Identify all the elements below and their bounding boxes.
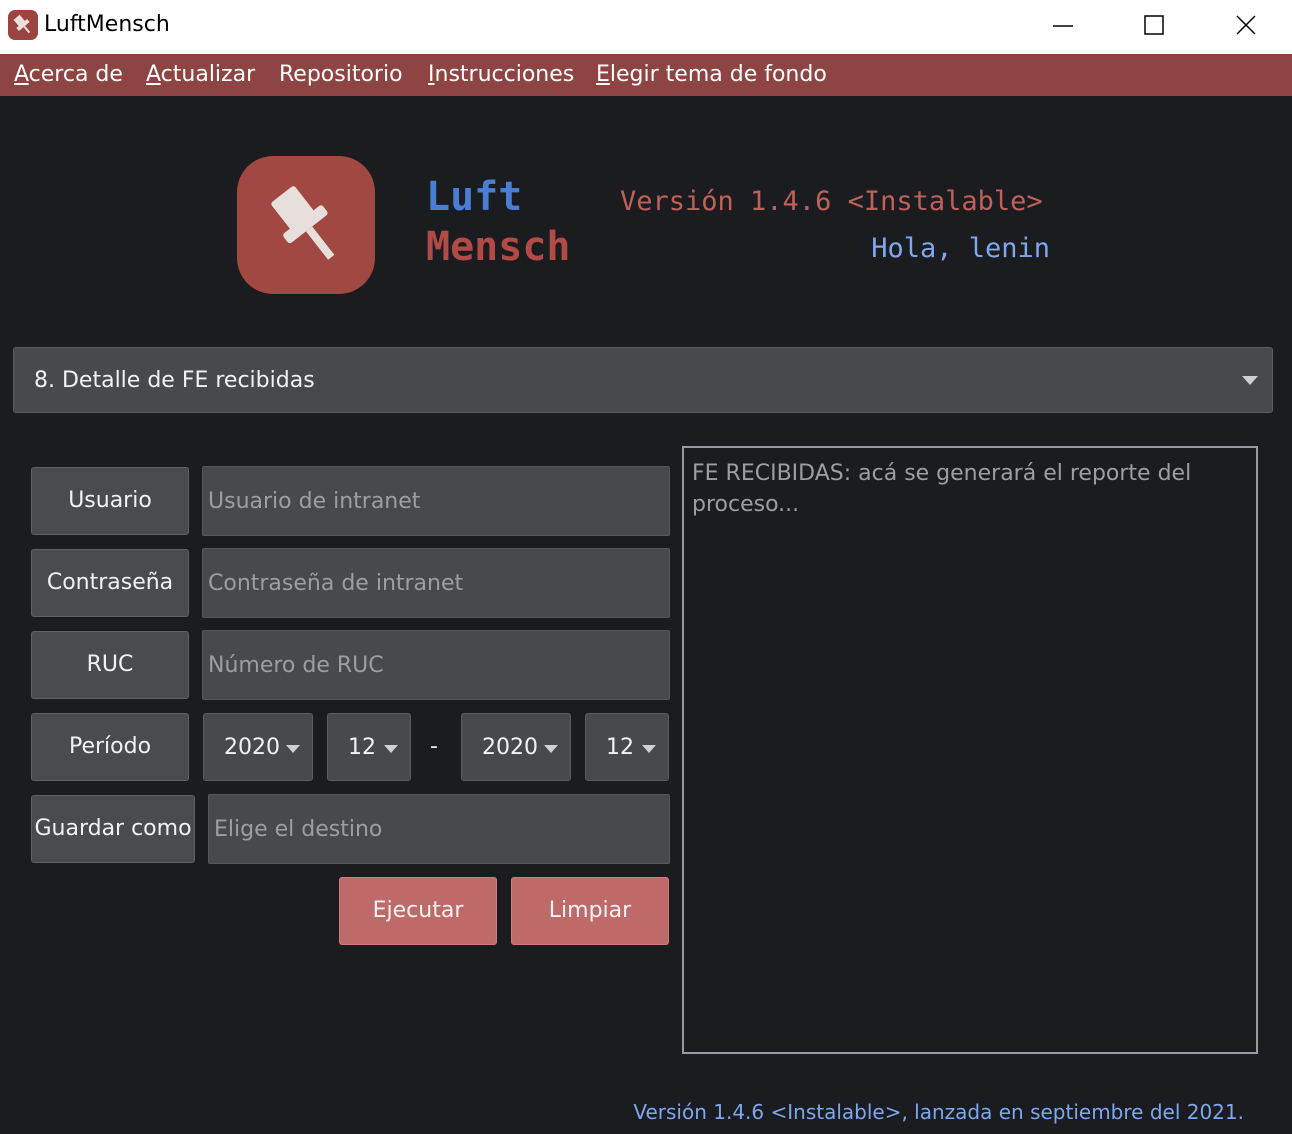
footer-version: Versión 1.4.6 <Instalable>, lanzada en s… <box>633 1100 1244 1124</box>
minimize-button[interactable] <box>1018 0 1108 54</box>
clear-button[interactable]: Limpiar <box>511 877 669 945</box>
title-bar: LuftMensch <box>0 0 1292 54</box>
start-year-select[interactable]: 2020 <box>203 713 313 781</box>
brand-luft: Luft <box>426 174 523 220</box>
destination-input[interactable] <box>209 795 669 863</box>
version-label: Versión 1.4.6 <Instalable> <box>620 186 1043 217</box>
user-input[interactable] <box>203 467 669 535</box>
chevron-down-icon <box>384 745 398 753</box>
report-placeholder: FE RECIBIDAS: acá se generará el reporte… <box>692 461 1192 517</box>
app-pin-icon <box>8 10 38 40</box>
ruc-input[interactable] <box>203 631 669 699</box>
menu-bar: Acerca de Actualizar Repositorio Instruc… <box>0 54 1292 96</box>
window-title: LuftMensch <box>44 12 170 37</box>
period-button[interactable]: Período <box>31 713 189 781</box>
chevron-down-icon <box>1242 376 1258 385</box>
chevron-down-icon <box>642 745 656 753</box>
maximize-button[interactable] <box>1108 0 1198 54</box>
menu-actualizar[interactable]: Actualizar <box>146 62 255 87</box>
menu-elegir-tema[interactable]: Elegir tema de fondo <box>596 62 827 87</box>
greeting-label: Hola, lenin <box>871 233 1050 264</box>
process-dropdown[interactable]: 8. Detalle de FE recibidas <box>13 347 1273 413</box>
chevron-down-icon <box>286 745 300 753</box>
user-field[interactable] <box>202 466 670 536</box>
end-month-select[interactable]: 12 <box>585 713 669 781</box>
save-as-button[interactable]: Guardar como <box>31 795 195 863</box>
minimize-icon <box>1053 25 1073 27</box>
start-month-select[interactable]: 12 <box>327 713 411 781</box>
pin-icon <box>271 186 335 260</box>
brand-mensch: Mensch <box>426 224 571 270</box>
close-icon <box>1236 15 1256 35</box>
menu-instrucciones[interactable]: Instrucciones <box>428 62 574 87</box>
close-button[interactable] <box>1200 0 1290 54</box>
process-dropdown-value: 8. Detalle de FE recibidas <box>34 368 315 393</box>
password-field[interactable] <box>202 548 670 618</box>
report-textarea[interactable]: FE RECIBIDAS: acá se generará el reporte… <box>682 446 1258 1054</box>
password-input[interactable] <box>203 549 669 617</box>
destination-field[interactable] <box>208 794 670 864</box>
menu-acerca-de[interactable]: Acerca de <box>14 62 123 87</box>
end-year-select[interactable]: 2020 <box>461 713 571 781</box>
ruc-button[interactable]: RUC <box>31 631 189 699</box>
menu-repositorio[interactable]: Repositorio <box>279 62 403 87</box>
run-button[interactable]: Ejecutar <box>339 877 497 945</box>
user-button[interactable]: Usuario <box>31 467 189 535</box>
app-logo <box>237 156 375 294</box>
period-separator: - <box>430 734 438 759</box>
maximize-icon <box>1144 15 1164 35</box>
password-button[interactable]: Contraseña <box>31 549 189 617</box>
ruc-field[interactable] <box>202 630 670 700</box>
chevron-down-icon <box>544 745 558 753</box>
